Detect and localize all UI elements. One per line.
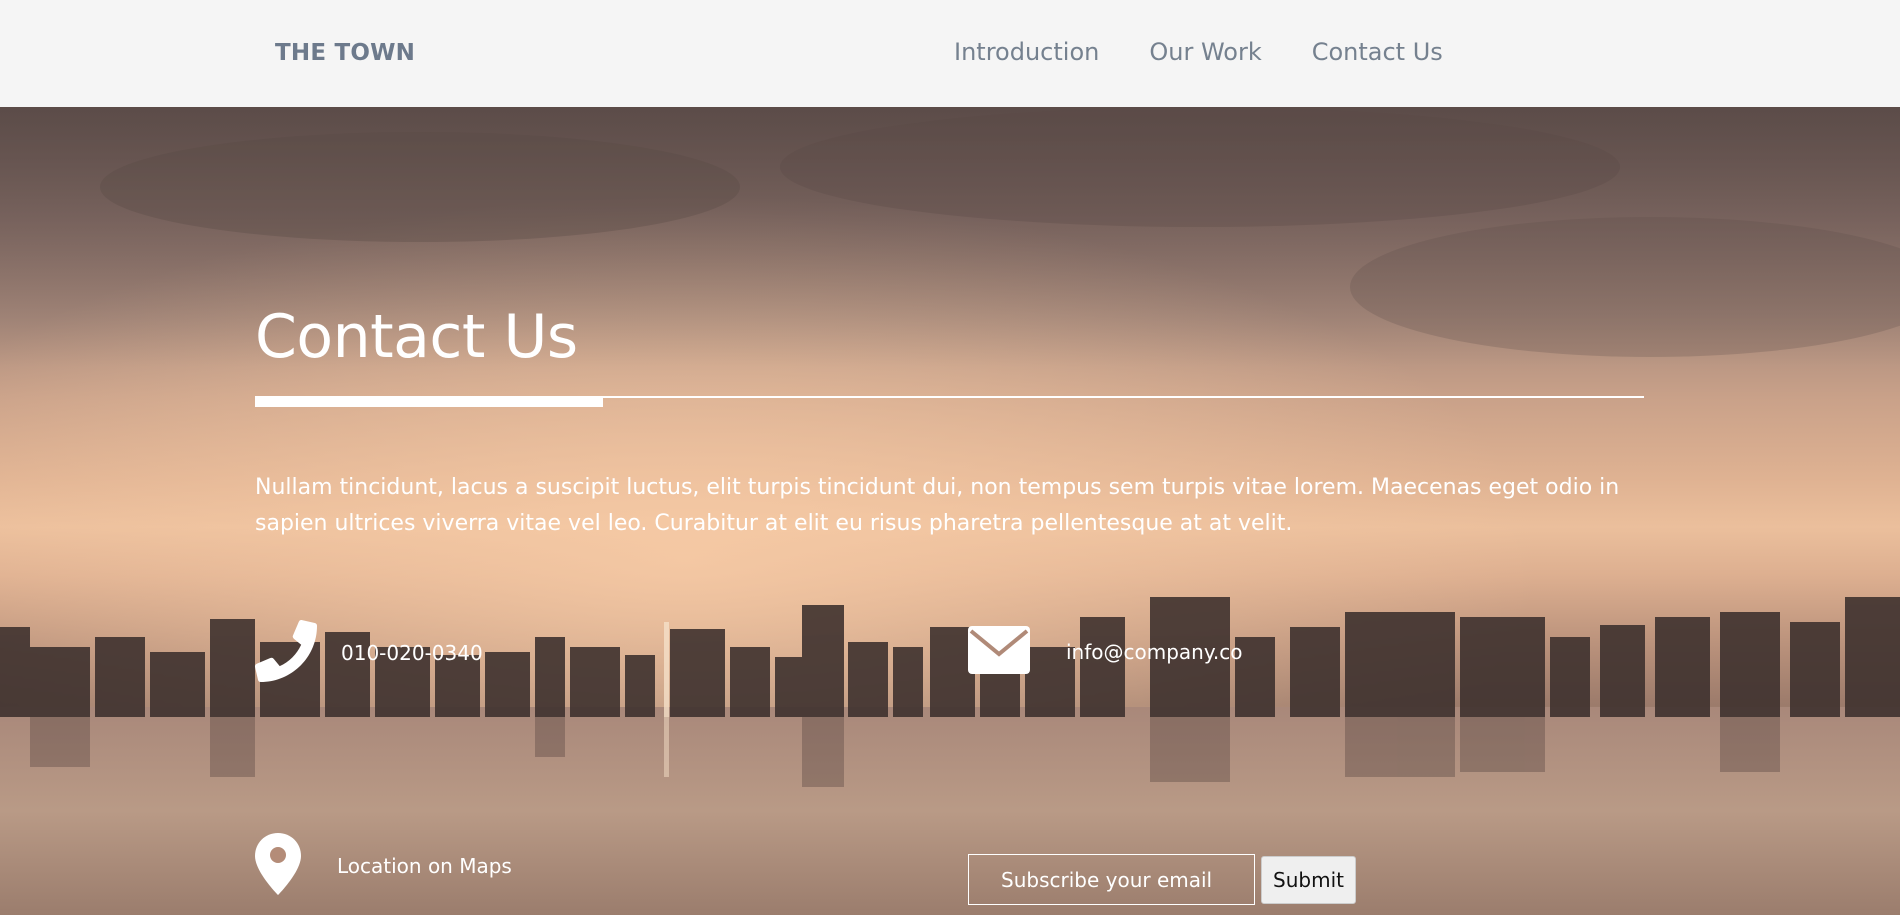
email-address[interactable]: info@company.co (1066, 640, 1242, 664)
location-contact: Location on Maps (255, 833, 512, 899)
envelope-icon (968, 626, 1030, 678)
title-divider-accent (255, 398, 603, 407)
site-header: THE TOWN Introduction Our Work Contact U… (0, 0, 1900, 107)
contact-section: Contact Us Nullam tincidunt, lacus a sus… (0, 107, 1900, 915)
subscribe-form: Submit (968, 854, 1356, 905)
section-title: Contact Us (255, 302, 578, 372)
subscribe-email-input[interactable] (968, 854, 1255, 905)
intro-paragraph: Nullam tincidunt, lacus a suscipit luctu… (255, 475, 1620, 536)
map-pin-icon (255, 833, 301, 899)
nav-our-work[interactable]: Our Work (1149, 38, 1261, 66)
phone-contact: 010-020-0340 (255, 620, 483, 686)
brand-logo[interactable]: THE TOWN (275, 40, 415, 66)
location-link[interactable]: Location on Maps (337, 854, 512, 878)
nav-contact-us[interactable]: Contact Us (1312, 38, 1443, 66)
nav-introduction[interactable]: Introduction (954, 38, 1099, 66)
phone-number: 010-020-0340 (341, 641, 483, 665)
main-nav: Introduction Our Work Contact Us (954, 38, 1443, 66)
phone-icon (255, 620, 317, 686)
submit-button[interactable]: Submit (1261, 855, 1356, 904)
email-contact: info@company.co (968, 626, 1242, 678)
